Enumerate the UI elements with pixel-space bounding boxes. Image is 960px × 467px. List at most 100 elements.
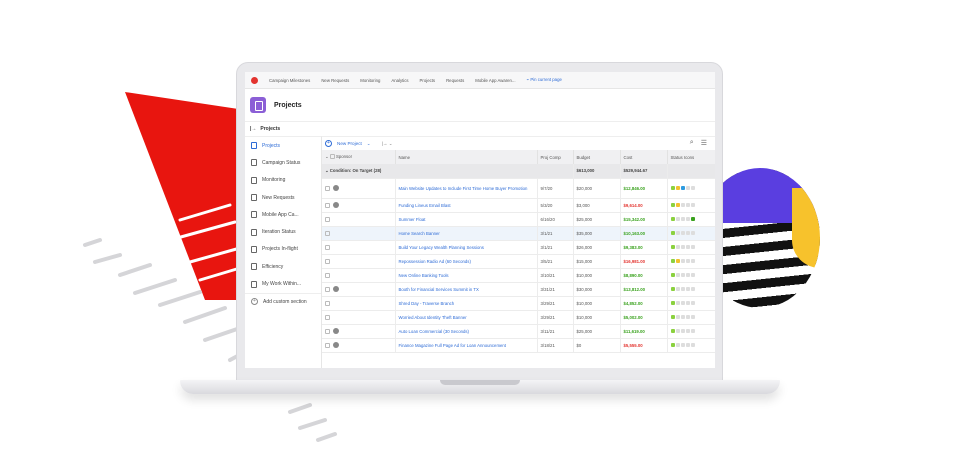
sidebar-item[interactable]: Mobile App Ca...: [245, 206, 321, 223]
nav-item[interactable]: Analytics: [391, 78, 408, 83]
row-checkbox[interactable]: [325, 230, 330, 236]
filter-icon[interactable]: ☰: [701, 139, 707, 147]
proj-comp-cell: 3/29/21: [537, 310, 574, 325]
project-name-link[interactable]: New Online Banking Tools: [395, 268, 538, 283]
project-name-link[interactable]: Main Website Updates to Include First Ti…: [395, 178, 538, 199]
status-dot: [685, 328, 690, 333]
column-budget[interactable]: Budget: [573, 150, 621, 164]
avatar: [333, 185, 339, 191]
nav-item[interactable]: Projects: [420, 78, 436, 83]
row-checkbox[interactable]: [325, 328, 330, 334]
logo-icon[interactable]: [251, 76, 258, 84]
avatar: [333, 202, 339, 208]
project-name-link[interactable]: Finance Magazine Full Page Ad for Loan A…: [395, 338, 538, 353]
new-project-button[interactable]: New Project: [337, 141, 362, 146]
pin-page-link[interactable]: ⌁ Pin current page: [527, 77, 562, 83]
row-checkbox[interactable]: [325, 314, 330, 320]
row-checkbox[interactable]: [325, 258, 330, 264]
column-proj-comp[interactable]: Proj Comp: [537, 150, 574, 164]
add-custom-section-button[interactable]: + Add custom section: [245, 292, 321, 310]
sidebar-item[interactable]: Efficiency: [245, 258, 321, 275]
row-checkbox[interactable]: [325, 300, 330, 306]
nav-item[interactable]: Mobile App Awaren...: [475, 78, 515, 83]
cost-cell: $9,383.00: [620, 240, 668, 255]
row-checkbox[interactable]: [325, 185, 330, 191]
nav-item[interactable]: Requests: [446, 78, 464, 83]
status-dot: [690, 342, 695, 347]
sidebar-item[interactable]: My Work Within...: [245, 275, 321, 292]
search-icon[interactable]: ⌕: [690, 139, 694, 147]
sidebar-item-label: Projects: [262, 142, 281, 149]
column-name[interactable]: Name: [395, 150, 538, 164]
column-status-icons[interactable]: Status Icons: [667, 150, 715, 164]
project-name-link[interactable]: Shred Day - Traverse Branch: [395, 296, 538, 311]
table-row[interactable]: Funding Lineus Email Blast 5/3/20 $3,000…: [322, 198, 715, 213]
project-name-link[interactable]: Auto Loan Commercial (30 Seconds): [395, 324, 538, 339]
row-checkbox[interactable]: [325, 342, 330, 348]
table-row[interactable]: Main Website Updates to Include First Ti…: [322, 178, 715, 199]
breadcrumb-item[interactable]: Projects: [260, 126, 280, 132]
table-row[interactable]: Finance Magazine Full Page Ad for Loan A…: [322, 338, 715, 353]
status-icons-cell: [667, 254, 715, 269]
status-dot: [675, 272, 680, 277]
group-row[interactable]: ⌄ Condition: On Target (28) $613,000 $52…: [322, 164, 715, 179]
toolbar: + New Project ⌄ |→ ⌄ ⌕ ☰: [322, 137, 715, 150]
status-dot: [685, 202, 690, 207]
project-name-link[interactable]: Summer Float: [395, 212, 538, 227]
table-row[interactable]: New Online Banking Tools 3/10/21 $10,000…: [322, 268, 715, 283]
sidebar-item[interactable]: Projects In-flight: [245, 241, 321, 258]
sidebar-item[interactable]: Projects: [245, 137, 321, 154]
row-checkbox[interactable]: [325, 244, 330, 250]
row-checkbox[interactable]: [325, 216, 330, 222]
page-icon: [251, 159, 257, 167]
table-row[interactable]: Worried About Identity Theft Banner 3/29…: [322, 310, 715, 325]
chevron-down-icon[interactable]: ⌄: [367, 141, 371, 147]
nav-item[interactable]: Campaign Milestones: [269, 78, 310, 83]
status-dot: [690, 216, 695, 221]
sidebar-item-label: My Work Within...: [262, 281, 302, 288]
status-dot: [670, 272, 675, 277]
sidebar-item[interactable]: New Requests: [245, 189, 321, 206]
status-dot: [690, 328, 695, 333]
collapse-icon[interactable]: |→: [250, 126, 256, 132]
sidebar-item[interactable]: Iteration Status: [245, 223, 321, 240]
nav-item[interactable]: New Requests: [321, 78, 349, 83]
add-section-label: Add custom section: [263, 298, 307, 305]
nav-item[interactable]: Monitoring: [360, 78, 380, 83]
budget-cell: $30,000: [573, 282, 621, 297]
proj-comp-cell: 5/3/20: [537, 198, 574, 213]
table-row[interactable]: Booth for Financial Services Summit in T…: [322, 282, 715, 297]
status-dot: [680, 185, 685, 190]
row-checkbox[interactable]: [325, 272, 330, 278]
table-row[interactable]: Build Your Legacy Wealth Planning Sessio…: [322, 240, 715, 255]
project-name-link[interactable]: Build Your Legacy Wealth Planning Sessio…: [395, 240, 538, 255]
row-checkbox[interactable]: [325, 286, 330, 292]
table-row[interactable]: Auto Loan Commercial (30 Seconds) 3/11/2…: [322, 324, 715, 339]
sidebar-item[interactable]: Campaign Status: [245, 154, 321, 171]
proj-comp-cell: 3/1/21: [537, 240, 574, 255]
column-cost[interactable]: Cost: [620, 150, 668, 164]
status-dot: [680, 328, 685, 333]
project-name-link[interactable]: Funding Lineus Email Blast: [395, 198, 538, 213]
budget-cell: $10,000: [573, 310, 621, 325]
status-dot: [680, 286, 685, 291]
sponsor-cell: [322, 268, 396, 283]
table-row[interactable]: Summer Float 6/16/20 $25,000 $15,342.00: [322, 212, 715, 227]
column-sponsor[interactable]: ⌄ Sponsor: [322, 150, 396, 164]
sidebar-item[interactable]: Monitoring: [245, 172, 321, 189]
row-checkbox[interactable]: [325, 202, 330, 208]
table-row[interactable]: Shred Day - Traverse Branch 3/29/21 $10,…: [322, 296, 715, 311]
cost-cell: $11,619.00: [620, 324, 668, 339]
project-name-link[interactable]: Worried About Identity Theft Banner: [395, 310, 538, 325]
project-name-link[interactable]: Home Search Banner: [395, 226, 538, 241]
table-row[interactable]: Repossession Radio Ad (60 Seconds) 3/5/2…: [322, 254, 715, 269]
status-dot: [685, 272, 690, 277]
export-icon[interactable]: |→ ⌄: [382, 141, 393, 147]
status-dot: [690, 185, 695, 190]
sponsor-cell: [322, 338, 396, 353]
project-name-link[interactable]: Repossession Radio Ad (60 Seconds): [395, 254, 538, 269]
table-row[interactable]: Home Search Banner 3/1/21 $35,000 $10,16…: [322, 226, 715, 241]
status-dot: [685, 230, 690, 235]
project-name-link[interactable]: Booth for Financial Services Summit in T…: [395, 282, 538, 297]
status-dot: [670, 328, 675, 333]
